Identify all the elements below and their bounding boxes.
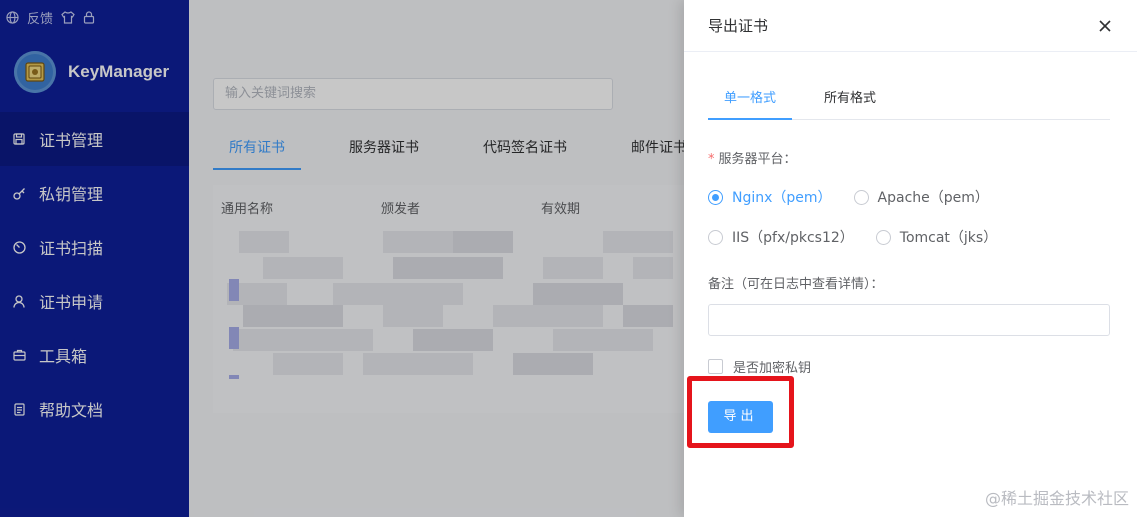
radio-apache[interactable]: Apache（pem） bbox=[853, 187, 989, 207]
radio-label: Nginx（pem） bbox=[732, 190, 832, 206]
platform-label-text: 服务器平台： bbox=[718, 152, 797, 167]
required-asterisk: * bbox=[708, 152, 715, 167]
tab-single-format[interactable]: 单一格式 bbox=[708, 80, 793, 120]
radio-tomcat[interactable]: Tomcat（jks） bbox=[875, 227, 998, 247]
radio-circle bbox=[708, 229, 723, 245]
format-tabs: 单一格式 所有格式 bbox=[708, 80, 1110, 120]
checkbox-label: 是否加密私钥 bbox=[733, 361, 812, 376]
close-icon[interactable] bbox=[1095, 16, 1115, 36]
radio-label: Apache（pem） bbox=[877, 190, 989, 206]
modal-overlay[interactable] bbox=[0, 0, 684, 517]
drawer-header: 导出证书 bbox=[684, 0, 1137, 52]
note-input[interactable] bbox=[708, 304, 1110, 336]
platform-label: * 服务器平台： bbox=[708, 148, 797, 167]
platform-radio-row: Nginx（pem） Apache（pem） bbox=[708, 187, 1011, 207]
radio-circle bbox=[875, 229, 891, 245]
platform-radio-row: IIS（pfx/pkcs12） Tomcat（jks） bbox=[708, 227, 1019, 247]
watermark: @稀土掘金技术社区 bbox=[984, 489, 1129, 508]
radio-nginx[interactable]: Nginx（pem） bbox=[708, 187, 832, 207]
encrypt-private-key-checkbox[interactable]: 是否加密私钥 bbox=[708, 357, 811, 376]
radio-circle bbox=[708, 189, 723, 205]
radio-label: IIS（pfx/pkcs12） bbox=[732, 230, 854, 246]
radio-label: Tomcat（jks） bbox=[899, 230, 998, 246]
export-button[interactable]: 导出 bbox=[708, 401, 773, 433]
radio-circle bbox=[853, 189, 869, 205]
radio-iis[interactable]: IIS（pfx/pkcs12） bbox=[708, 227, 854, 247]
export-drawer: 导出证书 单一格式 所有格式 * 服务器平台： Nginx（pem） Apache… bbox=[684, 0, 1137, 517]
tab-all-formats[interactable]: 所有格式 bbox=[808, 80, 892, 120]
drawer-title: 导出证书 bbox=[708, 17, 769, 35]
note-label: 备注（可在日志中查看详情）： bbox=[708, 277, 884, 292]
checkbox-box bbox=[708, 359, 723, 374]
